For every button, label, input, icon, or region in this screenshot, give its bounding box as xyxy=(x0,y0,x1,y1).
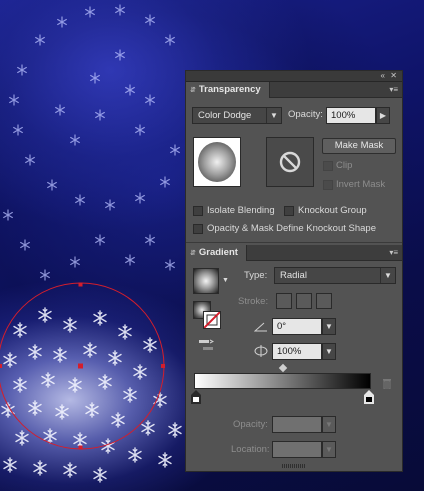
trash-icon[interactable] xyxy=(382,377,392,389)
panel-resize-grip[interactable] xyxy=(282,464,306,468)
panel-menu-icon[interactable]: ▾≡ xyxy=(389,84,398,95)
gradient-type-dropdown[interactable]: Radial ▼ xyxy=(274,267,396,284)
object-thumbnail[interactable] xyxy=(193,137,241,187)
opacity-label: Opacity: xyxy=(288,109,323,120)
tab-transparency-label: Transparency xyxy=(198,84,261,95)
stroke-indicator[interactable] xyxy=(203,311,221,329)
tab-gradient[interactable]: ⇵ Gradient xyxy=(186,245,247,261)
clip-label: Clip xyxy=(336,160,353,171)
knockout-group-label: Knockout Group xyxy=(298,205,367,216)
panel-divider xyxy=(186,242,402,243)
gradient-stop-right[interactable] xyxy=(364,390,374,404)
chevron-down-icon: ▼ xyxy=(380,268,395,283)
transparency-tab-bar: ⇵ Transparency ▾≡ xyxy=(186,82,402,98)
stop-opacity-label: Opacity: xyxy=(233,419,268,430)
opacity-input[interactable]: 100% xyxy=(326,107,376,124)
gradient-stop-left[interactable] xyxy=(191,390,201,404)
chevron-down-icon[interactable]: ▼ xyxy=(222,275,229,287)
gradient-midpoint-marker[interactable] xyxy=(278,363,288,373)
opacity-slider-button[interactable]: ▶ xyxy=(376,107,390,124)
floating-panel: « ✕ ⇵ Transparency ▾≡ Color Dodge ▼ Opaci… xyxy=(185,70,403,472)
aspect-ratio-input[interactable]: 100% xyxy=(272,343,322,360)
aspect-ratio-dropdown-button[interactable]: ▼ xyxy=(322,343,336,360)
angle-icon xyxy=(254,322,267,332)
collapse-icon[interactable]: « xyxy=(381,71,385,81)
object-preview xyxy=(198,142,236,182)
none-stroke-icon xyxy=(203,311,221,329)
gradient-type-value: Radial xyxy=(280,270,307,281)
panel-menu-icon[interactable]: ▾≡ xyxy=(389,247,398,258)
stroke-within-button[interactable] xyxy=(276,293,292,309)
tab-toggle-icon[interactable]: ⇵ xyxy=(190,87,196,94)
stroke-label: Stroke: xyxy=(238,296,269,307)
stop-opacity-dropdown-button[interactable]: ▼ xyxy=(322,416,336,433)
aspect-ratio-icon xyxy=(254,345,268,357)
knockout-group-checkbox[interactable] xyxy=(284,206,294,216)
isolate-blending-label: Isolate Blending xyxy=(207,205,275,216)
blend-mode-value: Color Dodge xyxy=(198,110,252,121)
type-label: Type: xyxy=(244,270,268,281)
no-mask-icon xyxy=(279,151,301,173)
gradient-swatch[interactable] xyxy=(193,268,219,294)
stop-opacity-input[interactable] xyxy=(272,416,322,433)
isolate-blending-checkbox[interactable] xyxy=(193,206,203,216)
gradient-slider[interactable] xyxy=(194,373,371,389)
tab-transparency[interactable]: ⇵ Transparency xyxy=(186,82,270,98)
stop-location-dropdown-button[interactable]: ▼ xyxy=(322,441,336,458)
opacity-mask-label: Opacity & Mask Define Knockout Shape xyxy=(207,223,376,234)
angle-dropdown-button[interactable]: ▼ xyxy=(322,318,336,335)
panel-title-bar[interactable]: « ✕ xyxy=(186,71,402,82)
stroke-along-button[interactable] xyxy=(296,293,312,309)
mask-thumbnail[interactable] xyxy=(266,137,314,187)
tab-gradient-label: Gradient xyxy=(198,247,238,258)
invert-mask-label: Invert Mask xyxy=(336,179,386,190)
clip-checkbox[interactable] xyxy=(323,161,333,171)
chevron-down-icon: ▼ xyxy=(266,108,281,123)
stop-location-input[interactable] xyxy=(272,441,322,458)
angle-input[interactable]: 0° xyxy=(272,318,322,335)
reverse-gradient-icon[interactable] xyxy=(198,339,214,353)
stop-location-label: Location: xyxy=(231,444,270,455)
close-icon[interactable]: ✕ xyxy=(390,71,397,81)
blend-mode-dropdown[interactable]: Color Dodge ▼ xyxy=(192,107,282,124)
tab-toggle-icon[interactable]: ⇵ xyxy=(190,250,196,257)
opacity-mask-checkbox[interactable] xyxy=(193,224,203,234)
gradient-tab-bar: ⇵ Gradient ▾≡ xyxy=(186,245,402,261)
invert-mask-checkbox[interactable] xyxy=(323,180,333,190)
stroke-across-button[interactable] xyxy=(316,293,332,309)
make-mask-button[interactable]: Make Mask xyxy=(322,138,396,154)
